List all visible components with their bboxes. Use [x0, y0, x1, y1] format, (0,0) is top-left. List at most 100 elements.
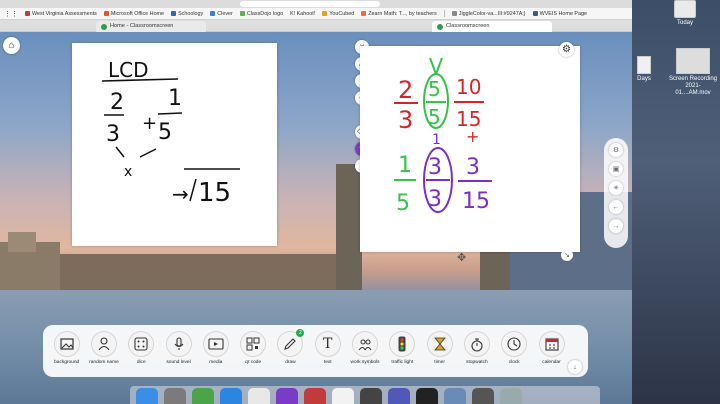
desktop-screen-recording[interactable]: Screen Recording 2021-01....AM.mov: [668, 48, 718, 97]
tab-home-classroomscreen[interactable]: Home - Classroomscreen: [96, 21, 206, 32]
photos-icon[interactable]: [304, 388, 326, 404]
widget-background[interactable]: background: [48, 331, 85, 365]
pencil-icon: 2: [277, 329, 305, 357]
arrow-stroke: [429, 57, 437, 75]
work-symbols-icon: [352, 331, 379, 357]
bookmark-5[interactable]: K! Kahoot!: [290, 11, 315, 17]
circle-denominator: 5: [428, 105, 441, 129]
widget-label: media: [209, 360, 223, 365]
address-bar[interactable]: [240, 1, 380, 7]
bookmark-separator: [443, 10, 445, 17]
circle2-denominator: 3: [428, 187, 442, 212]
widget-random-name[interactable]: random name: [85, 331, 122, 365]
side-panel: ⚙ ▣ ✳ ← →: [604, 138, 628, 248]
collapse-widgets-button[interactable]: ↓: [568, 360, 582, 374]
bookmark-9[interactable]: WVEIS Home Page: [532, 11, 587, 17]
teams-icon[interactable]: [388, 388, 410, 404]
app-grid-icon[interactable]: [192, 388, 214, 404]
top-frac1-denominator: 3: [398, 106, 413, 134]
stopwatch-icon: [463, 331, 490, 357]
desktop-folder-days[interactable]: Days: [634, 56, 654, 83]
arrow-right-icon: →: [612, 222, 620, 230]
widget-traffic-light[interactable]: traffic light: [384, 331, 421, 365]
tab-classroomscreen[interactable]: Classroomscreen: [432, 21, 552, 32]
widget-label: random name: [89, 360, 119, 365]
resize-handle[interactable]: ↘: [561, 249, 573, 261]
settings-button[interactable]: ⚙: [609, 143, 623, 157]
steam-icon[interactable]: [416, 388, 438, 404]
bookmark-7[interactable]: Zearn Math: T..., by teachers: [361, 11, 437, 17]
widget-label: sound level: [166, 360, 191, 365]
circle2-numerator: 3: [428, 155, 442, 180]
widget-dice[interactable]: dice: [123, 331, 160, 365]
browser-window: ⋮⋮ West Virginia Assessments Microsoft O…: [0, 0, 632, 404]
calendar-dock-icon[interactable]: [332, 388, 354, 404]
arrow-down-icon: ↓: [573, 363, 577, 371]
bookmark-3[interactable]: Clever: [210, 11, 233, 17]
macos-dock: [130, 386, 600, 404]
widget-stopwatch[interactable]: stopwatch: [458, 331, 495, 365]
widget-media[interactable]: media: [197, 331, 234, 365]
app-icon[interactable]: [472, 388, 494, 404]
preview-icon[interactable]: [444, 388, 466, 404]
home-button[interactable]: ⌂: [3, 37, 20, 54]
move-handle[interactable]: ✥: [457, 251, 466, 264]
qr-code-icon: [240, 331, 267, 357]
widget-work-symbols[interactable]: work symbols: [346, 331, 383, 365]
gear-icon: ⚙: [612, 147, 620, 154]
widget-label: dice: [136, 360, 146, 365]
drawing-board-left[interactable]: LCD 2 3 + 1 5 x → 15: [72, 43, 277, 246]
division-bracket: [189, 178, 197, 202]
bookmark-1[interactable]: Microsoft Office Home: [103, 11, 164, 17]
launchpad-icon[interactable]: [164, 388, 186, 404]
move-icon: ✥: [457, 252, 467, 264]
bookmark-label: Clever: [217, 10, 233, 17]
widget-label: clock: [508, 360, 520, 365]
forward-button[interactable]: →: [609, 219, 623, 233]
recording-label-line1: Screen Recording: [668, 76, 718, 82]
bookmark-label: Zearn Math: T..., by teachers: [368, 10, 437, 17]
widget-sound-level[interactable]: sound level: [160, 331, 197, 365]
widget-timer[interactable]: timer: [421, 331, 458, 365]
circle-numerator: 5: [428, 77, 441, 101]
stroke: [115, 146, 125, 158]
draw-count-badge: 2: [296, 329, 305, 337]
widget-calendar[interactable]: calendar: [533, 331, 570, 365]
bookmark-favicon-icon: [451, 11, 457, 16]
trash-icon[interactable]: [500, 388, 522, 404]
finder-icon[interactable]: [136, 388, 158, 404]
chrome-icon[interactable]: [248, 388, 270, 404]
bottom-result-numerator: 3: [466, 155, 480, 180]
save-button[interactable]: ▣: [609, 162, 623, 176]
magic-button[interactable]: ✳: [609, 181, 623, 195]
widget-clock[interactable]: clock: [496, 331, 533, 365]
bookmark-4[interactable]: ClassDojo logo: [239, 11, 283, 17]
drawing-canvas-right[interactable]: 2 3 5 5 10 15 + 1 5 1 3 3 3 15: [360, 46, 580, 252]
imovie-icon[interactable]: [276, 388, 298, 404]
recording-label-line2: 2021-01....AM.mov: [675, 83, 711, 96]
drawing-board-right[interactable]: 2 3 5 5 10 15 + 1 5 1 3 3 3 15: [360, 46, 580, 252]
board-settings-button[interactable]: ⚙: [559, 42, 574, 57]
bookmark-2[interactable]: Schoology: [171, 11, 203, 17]
microphone-icon: [165, 331, 192, 357]
bottom-result-denominator: 15: [462, 189, 490, 214]
text-icon: T: [314, 331, 341, 357]
stroke: [139, 148, 157, 158]
drawing-canvas-left[interactable]: LCD 2 3 + 1 5 x → 15: [72, 43, 277, 246]
safari-icon[interactable]: [220, 388, 242, 404]
back-button[interactable]: ←: [609, 200, 623, 214]
widget-text[interactable]: T text: [309, 331, 346, 365]
widget-label: draw: [285, 360, 296, 365]
bookmark-8[interactable]: JiggleColor-va...III:#9247A;}: [451, 11, 526, 17]
desktop-folder-today[interactable]: Today: [672, 0, 698, 27]
bookmark-0[interactable]: West Virginia Assessments: [25, 11, 97, 17]
tab-label: Home - Classroomscreen: [110, 23, 174, 29]
circle2-numerator-top: 1: [432, 132, 441, 148]
app-icon[interactable]: [360, 388, 382, 404]
apps-grid-icon[interactable]: ⋮⋮: [4, 10, 18, 18]
widget-draw[interactable]: 2 draw: [272, 329, 309, 365]
top-result-numerator: 10: [456, 75, 481, 99]
widget-label: calendar: [542, 360, 561, 365]
bookmark-6[interactable]: YouCubed: [322, 11, 354, 17]
widget-qr-code[interactable]: qr code: [234, 331, 271, 365]
